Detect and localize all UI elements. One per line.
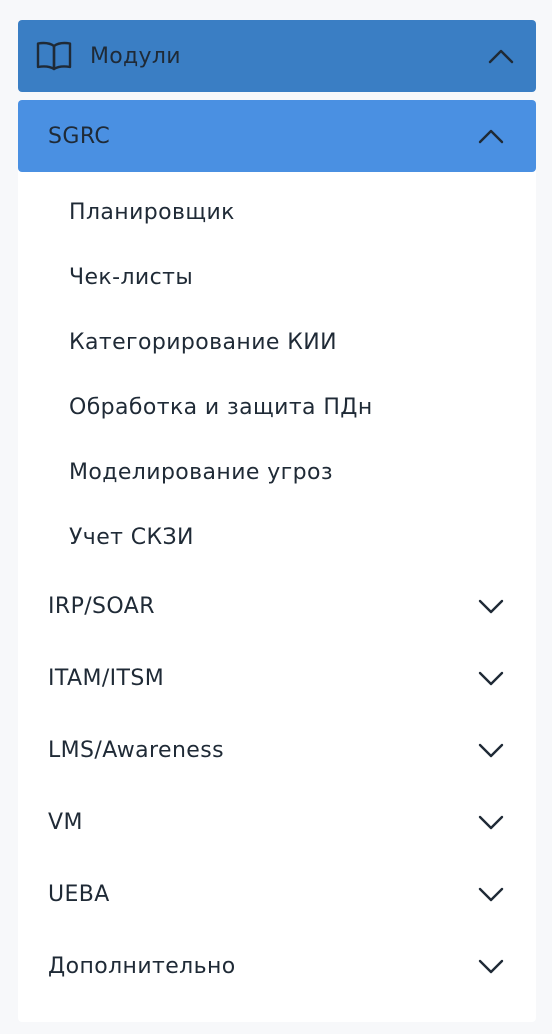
modules-header[interactable]: Модули: [18, 20, 536, 92]
section-sgrc-label: SGRC: [48, 123, 111, 149]
section-ueba[interactable]: UEBA: [18, 858, 536, 930]
section-vm[interactable]: VM: [18, 786, 536, 858]
chevron-down-icon: [476, 735, 506, 765]
menu-item-kii-categorization[interactable]: Категорирование КИИ: [18, 310, 536, 375]
section-label: Дополнительно: [48, 953, 236, 979]
section-irp-soar[interactable]: IRP/SOAR: [18, 570, 536, 642]
modules-panel: SGRC Планировщик Чек-листы Категорирован…: [18, 100, 536, 1022]
chevron-down-icon: [476, 591, 506, 621]
section-additional[interactable]: Дополнительно: [18, 930, 536, 1002]
section-label: UEBA: [48, 881, 110, 907]
menu-item-pdn-protection[interactable]: Обработка и защита ПДн: [18, 375, 536, 440]
chevron-down-icon: [476, 663, 506, 693]
section-lms-awareness[interactable]: LMS/Awareness: [18, 714, 536, 786]
menu-item-checklists[interactable]: Чек-листы: [18, 245, 536, 310]
section-sgrc-items: Планировщик Чек-листы Категорирование КИ…: [18, 172, 536, 570]
chevron-down-icon: [476, 951, 506, 981]
chevron-down-icon: [476, 879, 506, 909]
menu-item-threat-modeling[interactable]: Моделирование угроз: [18, 440, 536, 505]
modules-menu: Модули SGRC Планировщик Чек-листы Катего…: [18, 20, 536, 1022]
book-open-icon: [36, 40, 72, 72]
chevron-up-icon[interactable]: [476, 121, 506, 151]
section-label: VM: [48, 809, 83, 835]
section-sgrc-header[interactable]: SGRC: [18, 100, 536, 172]
menu-item-planner[interactable]: Планировщик: [18, 180, 536, 245]
section-label: ITAM/ITSM: [48, 665, 165, 691]
menu-item-skzi-accounting[interactable]: Учет СКЗИ: [18, 505, 536, 570]
chevron-down-icon: [476, 807, 506, 837]
section-label: IRP/SOAR: [48, 593, 155, 619]
chevron-up-icon[interactable]: [486, 41, 516, 71]
section-label: LMS/Awareness: [48, 737, 224, 763]
modules-title: Модули: [90, 43, 181, 69]
section-itam-itsm[interactable]: ITAM/ITSM: [18, 642, 536, 714]
